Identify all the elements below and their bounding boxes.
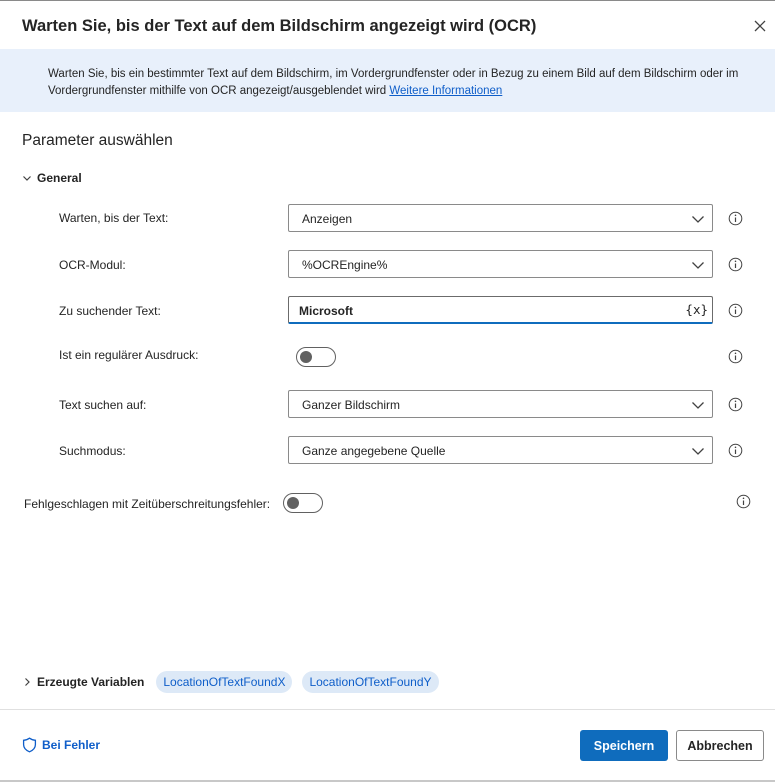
general-group-label: General	[37, 171, 82, 185]
produced-variables-row: Erzeugte Variablen LocationOfTextFoundX …	[22, 670, 449, 693]
section-title: Parameter auswählen	[22, 132, 173, 149]
search-on-value: Ganzer Bildschirm	[302, 398, 401, 412]
chevron-right-icon[interactable]	[22, 677, 32, 687]
timeout-error-toggle[interactable]	[283, 493, 323, 513]
close-icon	[754, 20, 766, 32]
timeout-error-label: Fehlgeschlagen mit Zeitüberschreitungsfe…	[24, 497, 271, 511]
ocr-engine-dropdown[interactable]: %OCREngine%	[288, 250, 713, 278]
footer-divider	[0, 709, 775, 710]
wait-until-value: Anzeigen	[302, 212, 353, 226]
info-icon[interactable]	[728, 443, 743, 458]
on-error-button[interactable]: Bei Fehler	[22, 737, 100, 753]
search-text-input[interactable]: Microsoft {x}	[288, 296, 713, 324]
wait-until-dropdown[interactable]: Anzeigen	[288, 204, 713, 232]
is-regex-label: Ist ein regulärer Ausdruck:	[59, 348, 199, 362]
search-mode-dropdown[interactable]: Ganze angegebene Quelle	[288, 436, 713, 464]
ocr-engine-value: %OCREngine%	[302, 258, 388, 272]
chevron-down-icon	[692, 402, 704, 409]
save-button[interactable]: Speichern	[580, 730, 668, 761]
general-group-toggle[interactable]: General	[22, 170, 82, 186]
chevron-down-icon	[692, 262, 704, 269]
info-icon[interactable]	[736, 494, 751, 509]
search-text-label: Zu suchender Text:	[59, 304, 161, 318]
info-banner: Warten Sie, bis ein bestimmter Text auf …	[0, 49, 775, 112]
wait-until-label: Warten, bis der Text:	[59, 211, 169, 225]
close-button[interactable]	[748, 14, 772, 38]
insert-variable-button[interactable]: {x}	[685, 302, 708, 317]
toggle-knob	[287, 497, 299, 509]
search-mode-label: Suchmodus:	[59, 444, 126, 458]
shield-icon	[22, 737, 37, 753]
search-mode-value: Ganze angegebene Quelle	[302, 444, 446, 458]
dialog-title: Warten Sie, bis der Text auf dem Bildsch…	[22, 17, 537, 35]
variable-pill[interactable]: LocationOfTextFoundX	[156, 670, 293, 693]
info-icon[interactable]	[728, 349, 743, 364]
info-icon[interactable]	[728, 257, 743, 272]
search-on-dropdown[interactable]: Ganzer Bildschirm	[288, 390, 713, 418]
top-border	[0, 0, 775, 1]
info-icon[interactable]	[728, 303, 743, 318]
is-regex-toggle[interactable]	[296, 347, 336, 367]
produced-variables-label[interactable]: Erzeugte Variablen	[37, 675, 144, 689]
learn-more-link[interactable]: Weitere Informationen	[389, 85, 502, 97]
chevron-down-icon	[23, 176, 31, 181]
toggle-knob	[300, 351, 312, 363]
chevron-down-icon	[692, 216, 704, 223]
ocr-engine-label: OCR-Modul:	[59, 258, 126, 272]
variable-pill[interactable]: LocationOfTextFoundY	[302, 670, 439, 693]
chevron-down-icon	[692, 448, 704, 455]
search-text-value: Microsoft	[299, 304, 353, 318]
search-on-label: Text suchen auf:	[59, 398, 147, 412]
banner-text: Warten Sie, bis ein bestimmter Text auf …	[48, 66, 760, 100]
cancel-button[interactable]: Abbrechen	[676, 730, 764, 761]
on-error-label: Bei Fehler	[42, 738, 101, 752]
info-icon[interactable]	[728, 397, 743, 412]
info-icon[interactable]	[728, 211, 743, 226]
